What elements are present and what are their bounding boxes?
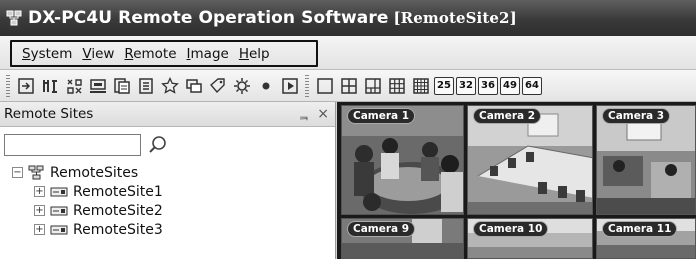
collapse-icon[interactable]: − (12, 167, 23, 178)
tree-item-remotesite2[interactable]: + RemoteSite2 (12, 201, 335, 220)
search-icon[interactable] (147, 134, 169, 156)
camera-view-11[interactable]: Camera 11 (596, 218, 696, 259)
tree-root[interactable]: − RemoteSites (12, 163, 335, 182)
device-icon[interactable] (87, 75, 109, 97)
expand-icon[interactable]: + (34, 186, 45, 197)
window-site: [RemoteSite2] (393, 9, 517, 27)
dvr-device-icon (50, 206, 68, 215)
camera-grid: Camera 1 Camera 2 Camera 3 Camera 9 Came… (337, 102, 696, 259)
camera-label: Camera 11 (602, 221, 678, 237)
filter-icon[interactable] (39, 75, 61, 97)
layout-64-button[interactable]: 64 (522, 76, 542, 95)
network-icon (28, 165, 44, 180)
toolbar: 25 32 36 49 64 (0, 70, 696, 102)
camera-view-3[interactable]: Camera 3 (596, 105, 696, 215)
settings-icon[interactable] (231, 75, 253, 97)
tree-item-label: RemoteSite3 (73, 221, 163, 238)
camera-view-10[interactable]: Camera 10 (467, 218, 593, 259)
menu-remote[interactable]: Remote (120, 46, 182, 62)
tree-item-label: RemoteSite1 (73, 183, 163, 200)
pin-icon[interactable]: ᆿ (298, 106, 309, 123)
camera-label: Camera 1 (347, 108, 416, 124)
menu-system[interactable]: System (18, 46, 78, 62)
search-row (0, 127, 335, 163)
play-icon[interactable] (279, 75, 301, 97)
tools-icon[interactable] (63, 75, 85, 97)
login-icon[interactable] (15, 75, 37, 97)
dvr-device-icon (50, 187, 68, 196)
search-input[interactable] (4, 134, 141, 156)
camera-label: Camera 2 (473, 108, 542, 124)
tree-item-label: RemoteSite2 (73, 202, 163, 219)
layout-4-icon[interactable] (338, 75, 360, 97)
toolbar-grip[interactable] (6, 74, 10, 97)
tree-item-remotesite3[interactable]: + RemoteSite3 (12, 220, 335, 239)
panel-title: Remote Sites (4, 106, 94, 122)
storage-icon[interactable] (111, 75, 133, 97)
camera-label: Camera 10 (473, 221, 549, 237)
menu-help[interactable]: Help (235, 46, 276, 62)
layout-16-icon[interactable] (410, 75, 432, 97)
menu-view[interactable]: View (78, 46, 120, 62)
panel-header: Remote Sites ᆿ × (0, 102, 335, 127)
camera-view-9[interactable]: Camera 9 (341, 218, 464, 259)
dvr-device-icon (50, 225, 68, 234)
site-tree: − RemoteSites + RemoteSite1 + RemoteSite… (0, 163, 335, 239)
layout-25-button[interactable]: 25 (434, 76, 454, 95)
camera-view-2[interactable]: Camera 2 (467, 105, 593, 215)
title-bar: DX-PC4U Remote Operation Software [Remote… (0, 0, 696, 36)
windows-icon[interactable] (183, 75, 205, 97)
camera-label: Camera 3 (602, 108, 671, 124)
layout-9-icon[interactable] (386, 75, 408, 97)
favorite-star-icon[interactable] (159, 75, 181, 97)
record-dot-icon[interactable] (255, 75, 277, 97)
toolbar-grip-2[interactable] (305, 74, 309, 97)
camera-label: Camera 9 (347, 221, 416, 237)
menu-image[interactable]: Image (183, 46, 235, 62)
camera-view-1[interactable]: Camera 1 (341, 105, 464, 215)
window-title: DX-PC4U Remote Operation Software [Remote… (28, 8, 517, 28)
menu-bar: System View Remote Image Help (0, 36, 696, 70)
log-icon[interactable] (135, 75, 157, 97)
remote-sites-panel: Remote Sites ᆿ × − RemoteSites + RemoteS… (0, 102, 336, 259)
expand-icon[interactable]: + (34, 224, 45, 235)
tag-icon[interactable] (207, 75, 229, 97)
layout-49-button[interactable]: 49 (500, 76, 520, 95)
close-icon[interactable]: × (317, 106, 329, 122)
tree-item-remotesite1[interactable]: + RemoteSite1 (12, 182, 335, 201)
network-icon (6, 10, 22, 26)
layout-36-button[interactable]: 36 (478, 76, 498, 95)
layout-1-icon[interactable] (314, 75, 336, 97)
expand-icon[interactable]: + (34, 205, 45, 216)
tree-root-label: RemoteSites (50, 164, 139, 181)
layout-32-button[interactable]: 32 (456, 76, 476, 95)
menu-highlight-frame: System View Remote Image Help (10, 40, 318, 67)
layout-6-icon[interactable] (362, 75, 384, 97)
